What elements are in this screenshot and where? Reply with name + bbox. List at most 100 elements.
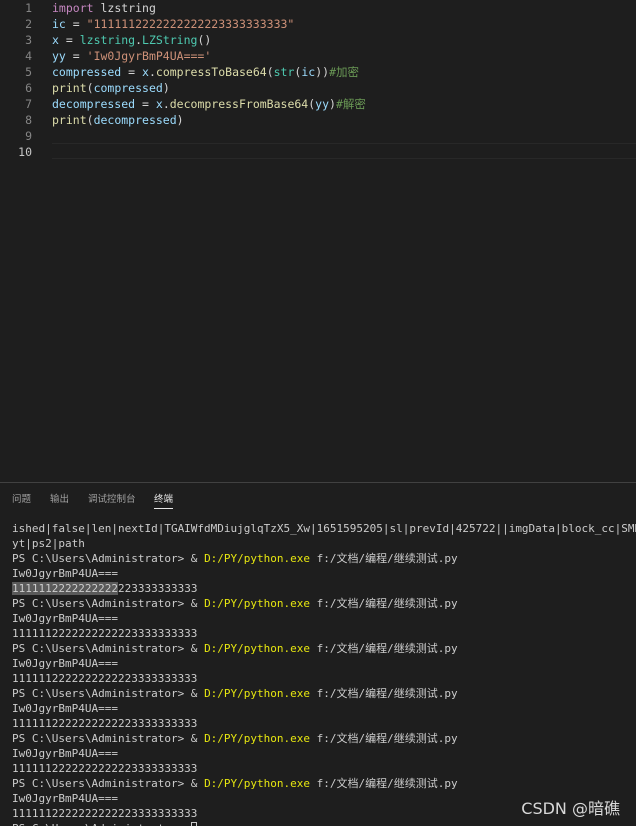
code-token: (	[266, 65, 274, 79]
code-token: #加密	[329, 65, 359, 79]
terminal-output[interactable]: ished|false|len|nextId|TGAIWfdMDiujglqTz…	[12, 521, 636, 826]
terminal-text: 223333333333	[117, 582, 198, 595]
terminal-text: D:/PY/python.exe	[204, 552, 311, 565]
terminal-text: f:/文档/编程/继续测试.py	[310, 777, 458, 790]
code-token: LZString	[142, 33, 198, 47]
terminal-text: PS C:\Users\Administrator> &	[12, 552, 205, 565]
code-token: str	[273, 65, 295, 79]
terminal-text: D:/PY/python.exe	[204, 597, 311, 610]
code-token: yy	[52, 49, 66, 63]
terminal-text: D:/PY/python.exe	[204, 777, 311, 790]
line-number: 9	[25, 129, 32, 143]
code-line[interactable]: 4 yy = 'Iw0JgyrBmP4UA==='	[0, 48, 636, 64]
terminal-text: 1111112222222222223333333333	[12, 672, 198, 685]
terminal-text: 1111112222222222223333333333	[12, 627, 198, 640]
terminal-line: yt|ps2|path	[12, 536, 85, 551]
code-token: =	[65, 49, 87, 63]
tab-problems[interactable]: 问题	[12, 491, 31, 508]
code-token: .	[135, 33, 143, 47]
terminal-line: 1111112222222222223333333333	[12, 716, 197, 731]
terminal-cursor	[190, 822, 197, 826]
code-token: (	[86, 113, 94, 127]
code-text: import lzstring	[52, 0, 156, 16]
line-number: 8	[25, 113, 32, 127]
terminal-text: Iw0JgyrBmP4UA===	[12, 792, 118, 805]
code-token: =	[65, 17, 87, 31]
code-token: (	[86, 81, 94, 95]
tab-debug-console[interactable]: 调试控制台	[88, 491, 136, 508]
code-token: lzstring	[100, 1, 156, 15]
terminal-line: Iw0JgyrBmP4UA===	[12, 611, 118, 626]
line-number: 10	[18, 145, 32, 159]
code-line[interactable]: 7 decompressed = x.decompressFromBase64(y…	[0, 96, 636, 112]
code-line[interactable]: 5 compressed = x.compressToBase64(str(ic)…	[0, 64, 636, 80]
code-token: yy	[315, 97, 330, 111]
terminal-line: Iw0JgyrBmP4UA===	[12, 746, 118, 761]
code-line[interactable]: 10	[0, 144, 636, 160]
code-token: ic	[301, 65, 316, 79]
terminal-text: D:/PY/python.exe	[204, 732, 311, 745]
code-line[interactable]: 3 x = lzstring.LZString()	[0, 32, 636, 48]
code-text: ic = "1111112222222222223333333333"	[52, 16, 294, 32]
code-token: )	[162, 81, 170, 95]
terminal-line: Iw0JgyrBmP4UA===	[12, 701, 118, 716]
code-editor[interactable]: 1 import lzstring 2 ic = "11111122222222222…	[0, 0, 636, 482]
code-token: lzstring	[79, 33, 136, 47]
bottom-panel: 问题 输出 调试控制台 终端 ished|false|len|nextId|TG…	[0, 482, 636, 826]
code-token: #解密	[335, 97, 366, 111]
terminal-text: Iw0JgyrBmP4UA===	[12, 747, 118, 760]
code-token: ))	[315, 65, 330, 79]
code-token: x	[52, 33, 59, 47]
code-token: .	[162, 97, 170, 111]
terminal-line: Iw0JgyrBmP4UA===	[12, 566, 118, 581]
code-token: =	[58, 33, 80, 47]
terminal-text: Iw0JgyrBmP4UA===	[12, 612, 118, 625]
code-token: )	[176, 113, 184, 127]
code-line[interactable]: 2 ic = "1111112222222222223333333333"	[0, 16, 636, 32]
code-token: .	[148, 65, 156, 79]
terminal-line: ished|false|len|nextId|TGAIWfdMDiujglqTz…	[12, 521, 636, 536]
code-token: print	[52, 81, 87, 95]
code-text: print(decompressed)	[52, 112, 184, 128]
terminal-line: 1111112222222222223333333333	[12, 671, 197, 686]
code-token: x	[155, 97, 163, 111]
code-token: x	[142, 65, 149, 79]
terminal-text: 1111112222222222223333333333	[12, 717, 198, 730]
tab-output[interactable]: 输出	[50, 491, 69, 508]
code-text: compressed = x.compressToBase64(str(ic))…	[52, 64, 359, 80]
terminal-text: yt|ps2|path	[12, 537, 85, 550]
terminal-line: 1111112222222222223333333333	[12, 581, 197, 596]
line-number: 2	[25, 17, 32, 31]
terminal-line: PS C:\Users\Administrator>	[12, 821, 197, 826]
terminal-text: ished|false|len|nextId|TGAIWfdMDiujglqTz…	[12, 522, 636, 535]
terminal-text: f:/文档/编程/继续测试.py	[310, 732, 458, 745]
tab-terminal[interactable]: 终端	[154, 491, 174, 509]
code-token: decompressed	[52, 97, 136, 111]
terminal-line: PS C:\Users\Administrator> & D:/PY/pytho…	[12, 776, 458, 791]
code-token: ic	[52, 17, 66, 31]
terminal-text: 1111112222222222223333333333	[12, 762, 198, 775]
code-token: 'Iw0JgyrBmP4UA==='	[86, 49, 212, 63]
code-token: print	[52, 113, 87, 127]
code-text: decompressed = x.decompressFromBase64(yy…	[52, 96, 366, 112]
code-token: ()	[197, 33, 212, 47]
terminal-text: PS C:\Users\Administrator> &	[12, 642, 205, 655]
code-line[interactable]: 9	[0, 128, 636, 144]
watermark: CSDN @暗礁	[521, 799, 620, 818]
line-number: 1	[25, 1, 32, 15]
code-token: import	[52, 1, 94, 15]
terminal-text: Iw0JgyrBmP4UA===	[12, 567, 118, 580]
terminal-line: Iw0JgyrBmP4UA===	[12, 656, 118, 671]
terminal-text: f:/文档/编程/继续测试.py	[310, 687, 458, 700]
code-token: decompressFromBase64	[169, 97, 309, 111]
line-number: 7	[25, 97, 32, 111]
terminal-line: PS C:\Users\Administrator> & D:/PY/pytho…	[12, 641, 458, 656]
code-line[interactable]: 1 import lzstring	[0, 0, 636, 16]
code-line[interactable]: 8 print(decompressed)	[0, 112, 636, 128]
terminal-text: PS C:\Users\Administrator> &	[12, 732, 205, 745]
terminal-text: 1111112222222222	[12, 582, 118, 595]
line-number: 3	[25, 33, 32, 47]
code-line[interactable]: 6 print(compressed)	[0, 80, 636, 96]
terminal-line: PS C:\Users\Administrator> & D:/PY/pytho…	[12, 596, 458, 611]
terminal-text: D:/PY/python.exe	[204, 642, 311, 655]
